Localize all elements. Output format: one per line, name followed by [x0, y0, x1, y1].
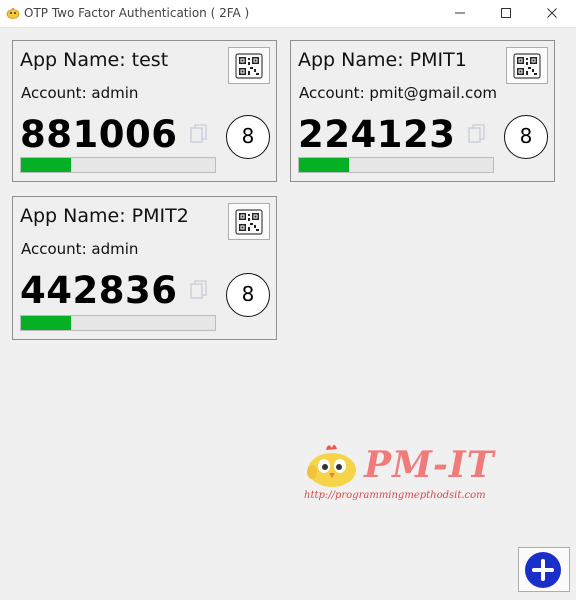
watermark-logo-text: PM-IT [364, 444, 495, 486]
copy-code-button[interactable] [189, 279, 209, 301]
app-icon [6, 8, 20, 19]
window-title: OTP Two Factor Authentication ( 2FA ) [24, 6, 250, 20]
expiry-progress-bar [20, 157, 216, 173]
otp-card: App Name: PMIT2 Account: admin 442836 8 [12, 196, 277, 340]
copy-icon [190, 124, 207, 143]
expiry-progress-bar [20, 315, 216, 331]
otp-card: App Name: PMIT1 Account: pmit@gmail.com … [290, 40, 555, 182]
countdown-timer: 8 [226, 273, 270, 317]
copy-icon [468, 124, 485, 143]
qr-code-icon [235, 53, 263, 79]
show-qr-button[interactable] [228, 203, 270, 240]
plus-icon [532, 559, 554, 581]
maximize-icon [501, 8, 511, 18]
otp-code: 881006 [20, 113, 178, 156]
app-name-label: App Name: PMIT2 [20, 205, 189, 227]
progress-fill [21, 158, 72, 172]
otp-code: 442836 [20, 269, 178, 312]
close-button[interactable] [530, 0, 576, 27]
chick-mascot-icon [307, 444, 356, 487]
pmit-watermark: PM-IT http://programmingmepthodsit.com [302, 440, 502, 506]
countdown-timer: 8 [504, 115, 548, 159]
countdown-timer: 8 [226, 115, 270, 159]
account-label: Account: admin [21, 84, 139, 102]
otp-code: 224123 [298, 113, 456, 156]
title-bar: OTP Two Factor Authentication ( 2FA ) [0, 0, 576, 28]
close-icon [547, 8, 557, 18]
add-account-button[interactable] [518, 547, 570, 592]
minimize-icon [455, 12, 465, 14]
account-label: Account: pmit@gmail.com [299, 84, 498, 102]
qr-code-icon [513, 53, 541, 79]
copy-code-button[interactable] [189, 123, 209, 145]
qr-code-icon [235, 209, 263, 235]
progress-fill [299, 158, 350, 172]
app-name-label: App Name: PMIT1 [298, 49, 467, 71]
expiry-progress-bar [298, 157, 494, 173]
copy-code-button[interactable] [467, 123, 487, 145]
minimize-button[interactable] [438, 0, 484, 27]
account-label: Account: admin [21, 240, 139, 258]
maximize-button[interactable] [484, 0, 530, 27]
progress-fill [21, 316, 72, 330]
app-name-label: App Name: test [20, 49, 169, 71]
show-qr-button[interactable] [506, 47, 548, 84]
watermark-url: http://programmingmepthodsit.com [304, 490, 486, 501]
otp-card: App Name: test Account: admin 881006 8 [12, 40, 277, 182]
show-qr-button[interactable] [228, 47, 270, 84]
copy-icon [190, 280, 207, 299]
